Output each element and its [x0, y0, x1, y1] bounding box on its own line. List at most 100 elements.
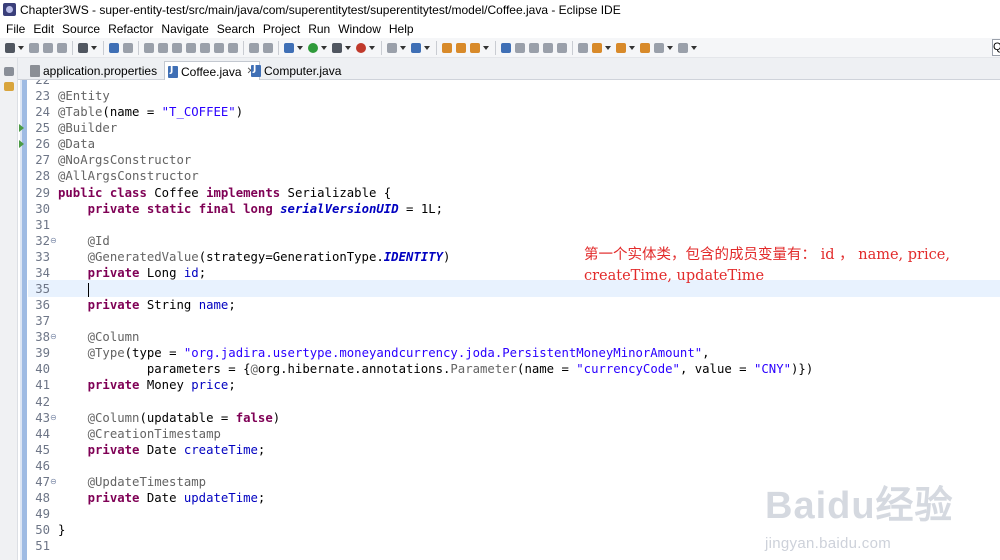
menu-run[interactable]: Run: [304, 22, 334, 36]
code-line[interactable]: 23 @Entity: [28, 88, 1000, 104]
use-step-filters-icon[interactable]: [263, 42, 273, 53]
package-explorer-icon[interactable]: [4, 82, 14, 91]
tab-computer-java[interactable]: Computer.java: [248, 61, 345, 80]
tab-application-properties[interactable]: application.properties: [27, 61, 161, 80]
quick-access-field[interactable]: Q: [992, 39, 1000, 56]
new-java-package-dropdown-icon[interactable]: [424, 45, 430, 50]
code-line[interactable]: 25 @Builder: [19, 120, 1000, 136]
open-type-icon[interactable]: [442, 42, 452, 53]
save-all-icon[interactable]: [43, 42, 53, 53]
menu-file[interactable]: File: [2, 22, 29, 36]
new-java-project-dropdown-icon[interactable]: [400, 45, 406, 50]
debug-dropdown-icon[interactable]: [297, 45, 303, 50]
new-icon[interactable]: [5, 42, 15, 53]
code-line[interactable]: 38 ⊖ @Column: [28, 329, 1000, 345]
external-tools-dropdown-icon[interactable]: [369, 45, 375, 50]
search-dropdown-icon[interactable]: [483, 45, 489, 50]
drop-to-frame-icon[interactable]: [249, 42, 259, 53]
code-line[interactable]: 43 ⊖ @Column(updatable = false): [28, 410, 1000, 426]
menu-window[interactable]: Window: [334, 22, 385, 36]
resume-icon[interactable]: [144, 42, 154, 53]
fold-gutter: [50, 442, 58, 458]
toggle-mark-occurrences-icon[interactable]: [501, 42, 511, 53]
coverage-icon[interactable]: [332, 42, 342, 53]
code-line[interactable]: 22: [28, 80, 1000, 88]
code-line[interactable]: 36 private String name;: [28, 297, 1000, 313]
editor-tab-bar: application.properties Coffee.java ✕ Com…: [18, 58, 1000, 81]
settings-icon[interactable]: [78, 42, 88, 53]
fold-toggle-icon[interactable]: ⊖: [50, 474, 58, 490]
toolbar-separator: [243, 40, 244, 55]
code-line[interactable]: 31: [28, 217, 1000, 233]
code-line[interactable]: 45 private Date createTime;: [28, 442, 1000, 458]
code-line[interactable]: 27 @NoArgsConstructor: [28, 152, 1000, 168]
code-line[interactable]: 37: [28, 313, 1000, 329]
menu-project[interactable]: Project: [259, 22, 304, 36]
fold-toggle-icon[interactable]: ⊖: [50, 329, 58, 345]
toolbar-separator: [138, 40, 139, 55]
menu-edit[interactable]: Edit: [29, 22, 58, 36]
last-edit-location-icon[interactable]: [640, 42, 650, 53]
previous-annotation-dropdown-icon[interactable]: [629, 45, 635, 50]
toggle-word-wrap-icon[interactable]: [515, 42, 525, 53]
code-line[interactable]: 40 parameters = {@org.hibernate.annotati…: [28, 361, 1000, 377]
step-into-icon[interactable]: [200, 42, 210, 53]
forward-dropdown-icon[interactable]: [691, 45, 697, 50]
debug-icon[interactable]: [284, 42, 294, 53]
code-line[interactable]: 44 @CreationTimestamp: [28, 426, 1000, 442]
save-icon[interactable]: [29, 42, 39, 53]
code-line[interactable]: 29 public class Coffee implements Seriali…: [28, 185, 1000, 201]
code-line[interactable]: 30 private static final long serialVersi…: [28, 201, 1000, 217]
tab-coffee-java[interactable]: Coffee.java ✕: [164, 61, 260, 81]
step-return-icon[interactable]: [228, 42, 238, 53]
step-over-icon[interactable]: [214, 42, 224, 53]
code-line[interactable]: 26 @Data: [19, 136, 1000, 152]
show-whitespace-icon[interactable]: [543, 42, 553, 53]
code-line[interactable]: 28 @AllArgsConstructor: [28, 168, 1000, 184]
code-line[interactable]: 46: [28, 458, 1000, 474]
toggle-block-selection-icon[interactable]: [529, 42, 539, 53]
terminal-icon[interactable]: [109, 42, 119, 53]
toggle-breadcrumb-icon[interactable]: [557, 42, 567, 53]
fold-toggle-icon[interactable]: ⊖: [50, 233, 58, 249]
new-dropdown-icon[interactable]: [18, 45, 24, 50]
terminate-icon[interactable]: [172, 42, 182, 53]
code-line[interactable]: 24 @Table(name = "T_COFFEE"): [28, 104, 1000, 120]
back-icon[interactable]: [654, 42, 664, 53]
settings-dropdown-icon[interactable]: [91, 45, 97, 50]
open-task-icon[interactable]: [456, 42, 466, 53]
menu-source[interactable]: Source: [58, 22, 104, 36]
print-icon[interactable]: [57, 42, 67, 53]
line-number: 45: [35, 442, 50, 457]
menu-search[interactable]: Search: [213, 22, 259, 36]
skip-breakpoints-icon[interactable]: [123, 42, 133, 53]
menu-help[interactable]: Help: [385, 22, 418, 36]
code-text: @Data: [58, 137, 96, 152]
toolbar-separator: [572, 40, 573, 55]
run-icon[interactable]: [308, 42, 318, 53]
code-line[interactable]: 42: [28, 394, 1000, 410]
fold-toggle-icon[interactable]: ⊖: [50, 410, 58, 426]
back-dropdown-icon[interactable]: [667, 45, 673, 50]
previous-annotation-icon[interactable]: [616, 42, 626, 53]
menu-navigate[interactable]: Navigate: [157, 22, 212, 36]
suspend-icon[interactable]: [158, 42, 168, 53]
new-java-project-icon[interactable]: [387, 42, 397, 53]
menu-refactor[interactable]: Refactor: [104, 22, 157, 36]
external-tools-icon[interactable]: [356, 42, 366, 53]
new-java-package-icon[interactable]: [411, 42, 421, 53]
coverage-dropdown-icon[interactable]: [345, 45, 351, 50]
forward-icon[interactable]: [678, 42, 688, 53]
code-line[interactable]: 41 private Money price;: [28, 377, 1000, 393]
fold-gutter: [50, 152, 58, 168]
search-icon[interactable]: [470, 42, 480, 53]
main-toolbar: [0, 38, 1000, 58]
next-annotation-icon[interactable]: [592, 42, 602, 53]
run-dropdown-icon[interactable]: [321, 45, 327, 50]
disconnect-icon[interactable]: [186, 42, 196, 53]
next-annotation-dropdown-icon[interactable]: [605, 45, 611, 50]
line-number: 35: [35, 282, 50, 297]
restore-icon[interactable]: [4, 67, 14, 76]
pin-editor-icon[interactable]: [578, 42, 588, 53]
code-line[interactable]: 39 @Type(type = "org.jadira.usertype.mon…: [28, 345, 1000, 361]
